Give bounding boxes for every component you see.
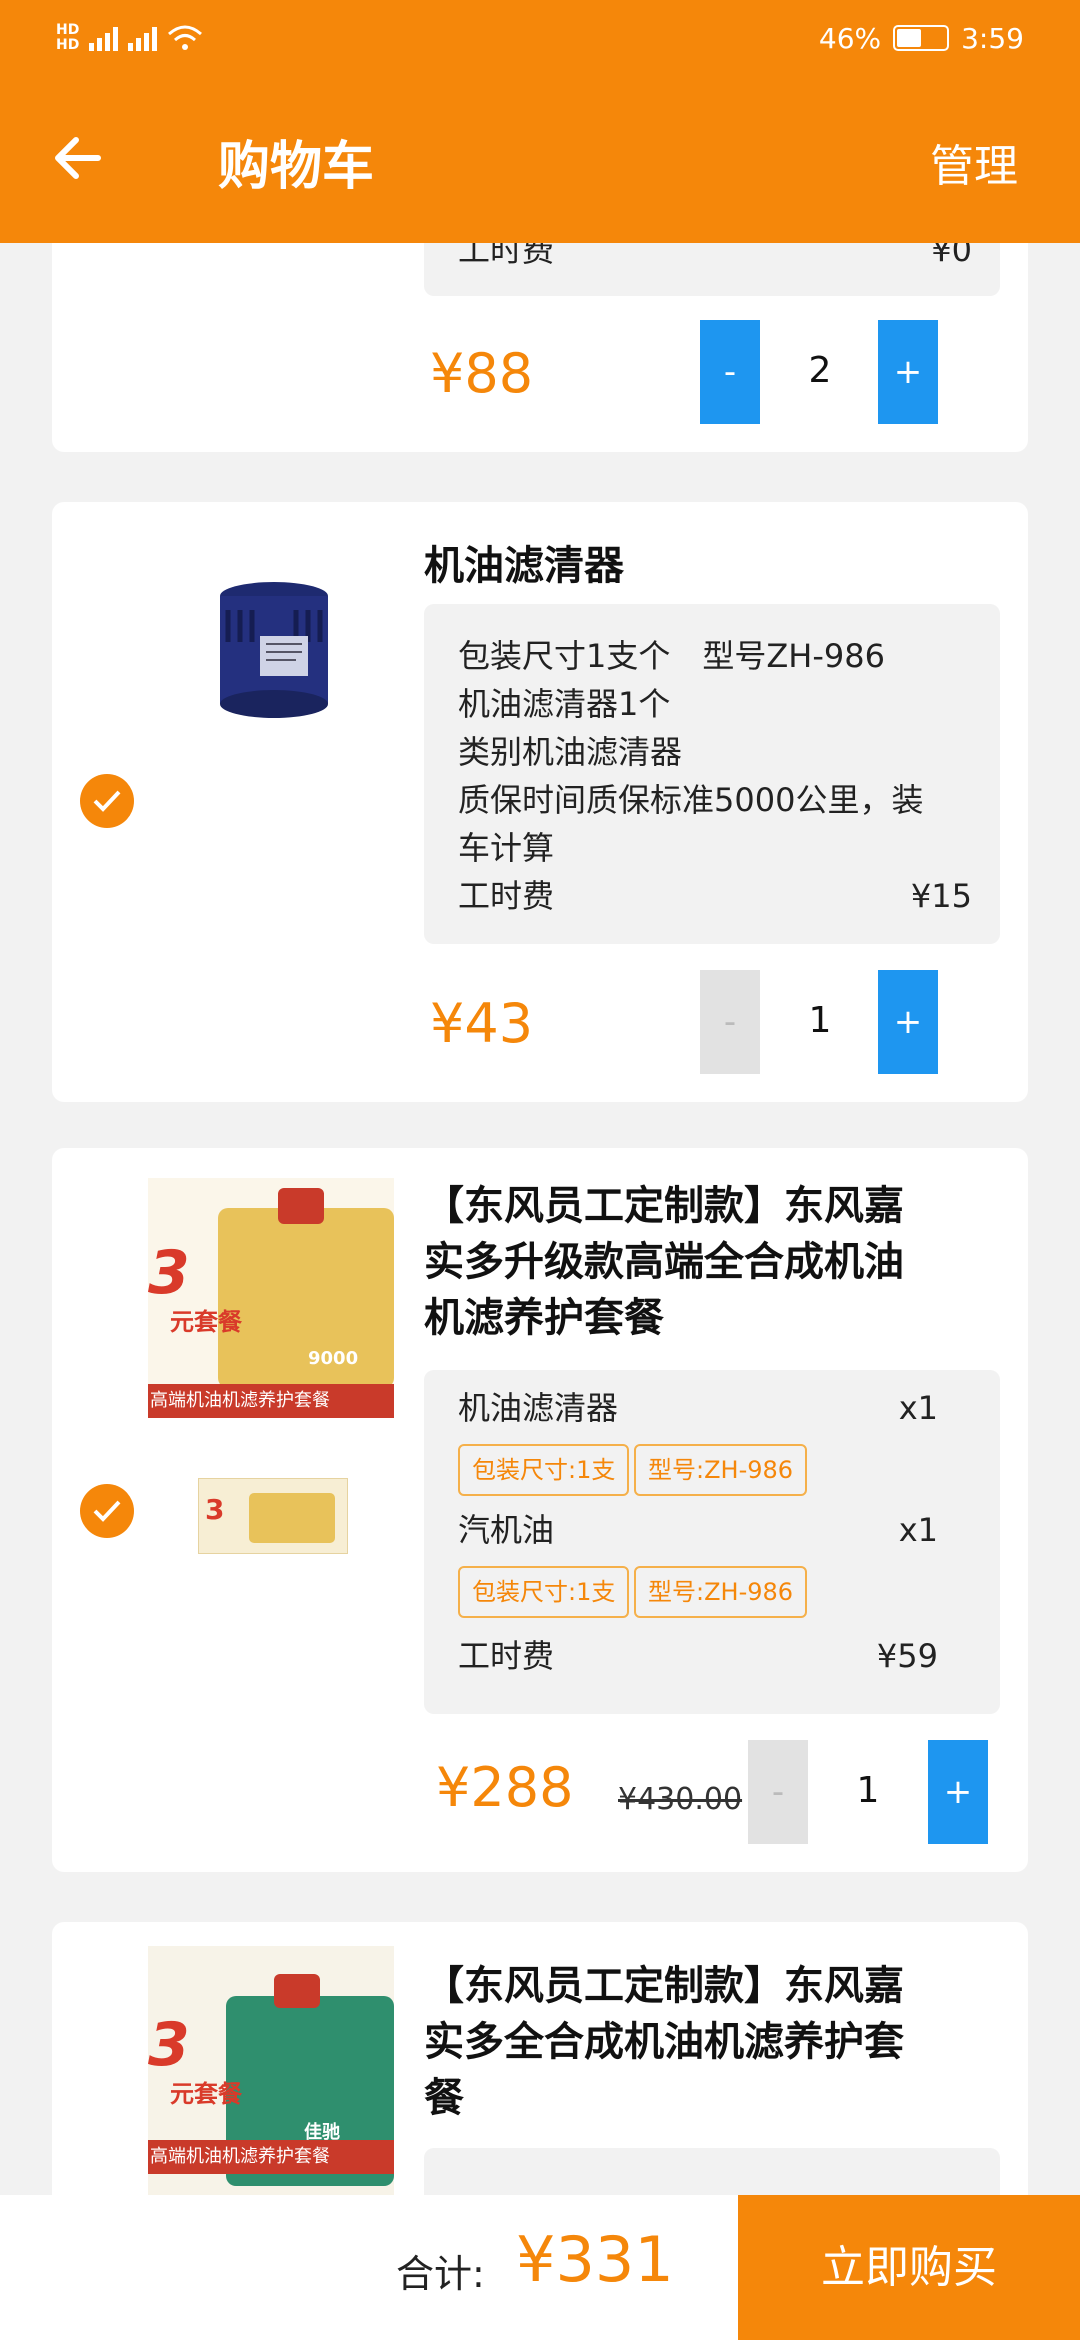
increase-button[interactable]: + <box>878 970 938 1074</box>
decrease-button[interactable]: - <box>748 1740 808 1844</box>
banner-mark: 9000 <box>308 1348 359 1369</box>
product-name-line[interactable]: 实多全合成机油机滤养护套 <box>424 2014 904 2070</box>
checkbox-checked[interactable] <box>80 774 134 828</box>
checkmark-icon <box>93 1500 121 1522</box>
product-name-line[interactable]: 餐 <box>424 2070 464 2126</box>
labor-label: 工时费 <box>458 877 555 915</box>
decrease-button[interactable]: - <box>700 320 760 424</box>
wifi-icon <box>168 25 203 50</box>
banner-caption: 高端机油机滤养护套餐 <box>148 2140 394 2174</box>
status-bar-left: HD HD <box>56 18 203 58</box>
total-label: 合计: <box>396 2252 485 2296</box>
increase-button[interactable]: + <box>928 1740 988 1844</box>
status-bar-right: 46% 3:59 <box>819 18 1024 58</box>
increase-button[interactable]: + <box>878 320 938 424</box>
checkout-bar: 合计: ¥331 立即购买 <box>0 2195 1080 2340</box>
item-tag: 型号:ZH-986 <box>634 1444 808 1496</box>
cart-item-card-2: 机油滤清器 包装尺寸1支个 型号ZH-986 机油滤清器1个 类别机油滤清器 质… <box>52 502 1028 1102</box>
item-tag: 包装尺寸:1支 <box>458 1566 630 1618</box>
banner-caption: 高端机油机滤养护套餐 <box>148 1384 394 1418</box>
signal-icon-2 <box>128 25 158 51</box>
buy-now-button[interactable]: 立即购买 <box>738 2195 1080 2340</box>
battery-percent: 46% <box>818 21 882 55</box>
banner-label: 元套餐 <box>170 2080 242 2108</box>
banner-label: 元套餐 <box>170 1308 242 1336</box>
battery-icon <box>893 25 950 51</box>
price: ¥288 <box>436 1756 574 1819</box>
cart-item-card-4: 3 元套餐 佳驰 7000 高端机油机滤养护套餐 【东风员工定制款】东风嘉 实多… <box>52 1922 1028 2222</box>
spec-line: 类别机油滤清器 <box>458 733 683 771</box>
item-name: 机油滤清器 <box>458 1389 619 1427</box>
quantity-value[interactable]: 2 <box>760 350 880 391</box>
product-name-line[interactable]: 【东风员工定制款】东风嘉 <box>424 1958 904 2014</box>
oil-filter-image <box>220 582 328 718</box>
clock: 3:59 <box>961 21 1024 55</box>
labor-value: ¥59 <box>876 1637 938 1675</box>
product-banner-image: 3 元套餐 佳驰 7000 高端机油机滤养护套餐 <box>148 1946 394 2196</box>
product-thumbnail-image: 3 <box>198 1478 348 1554</box>
manage-button[interactable]: 管理 <box>930 130 1018 194</box>
back-arrow-icon[interactable] <box>50 128 110 188</box>
spec-box: 包装尺寸1支个 型号ZH-986 机油滤清器1个 类别机油滤清器 质保时间质保标… <box>424 604 1000 944</box>
checkbox-checked[interactable] <box>80 1484 134 1538</box>
spec-line: 质保时间质保标准5000公里，装 <box>458 781 924 819</box>
item-count: x1 <box>898 1389 938 1427</box>
checkmark-icon <box>93 790 121 812</box>
item-tag: 包装尺寸:1支 <box>458 1444 630 1496</box>
price: ¥43 <box>430 992 534 1055</box>
package-items-box: 机油滤清器 x1 包装尺寸:1支 型号:ZH-986 汽机油 x1 包装尺寸:1… <box>424 1370 1000 1714</box>
product-name-line[interactable]: 【东风员工定制款】东风嘉 <box>424 1178 904 1234</box>
product-banner-image: 3 元套餐 9000 高端机油机滤养护套餐 <box>148 1178 394 1418</box>
hd-icon: HD HD <box>56 22 80 53</box>
cart-item-card-3: 3 元套餐 9000 高端机油机滤养护套餐 3 【东风员工定制款】东风嘉 实多升… <box>52 1148 1028 1872</box>
spec-line: 机油滤清器1个 <box>458 685 671 723</box>
page-title: 购物车 <box>218 137 375 197</box>
price: ¥88 <box>430 342 534 405</box>
spec-line: 车计算 <box>458 829 555 867</box>
original-price: ¥430.00 <box>618 1782 743 1817</box>
signal-icon <box>89 25 119 51</box>
banner-number: 3 <box>148 2010 190 2080</box>
product-name-line[interactable]: 机滤养护套餐 <box>424 1290 664 1346</box>
decrease-button[interactable]: - <box>700 970 760 1074</box>
app-header: HD HD 46% 3:59 购物车 管理 <box>0 0 1080 243</box>
total-value: ¥331 <box>516 2223 674 2296</box>
spec-line: 包装尺寸1支个 型号ZH-986 <box>458 637 885 675</box>
quantity-value[interactable]: 1 <box>808 1770 928 1811</box>
item-tag: 型号:ZH-986 <box>634 1566 808 1618</box>
banner-number: 3 <box>148 1238 190 1308</box>
quantity-value[interactable]: 1 <box>760 1000 880 1041</box>
item-count: x1 <box>898 1511 938 1549</box>
product-name-line[interactable]: 实多升级款高端全合成机油 <box>424 1234 904 1290</box>
item-name: 汽机油 <box>458 1511 555 1549</box>
product-name[interactable]: 机油滤清器 <box>424 538 624 594</box>
labor-label: 工时费 <box>458 1637 555 1675</box>
labor-value: ¥15 <box>910 877 972 915</box>
